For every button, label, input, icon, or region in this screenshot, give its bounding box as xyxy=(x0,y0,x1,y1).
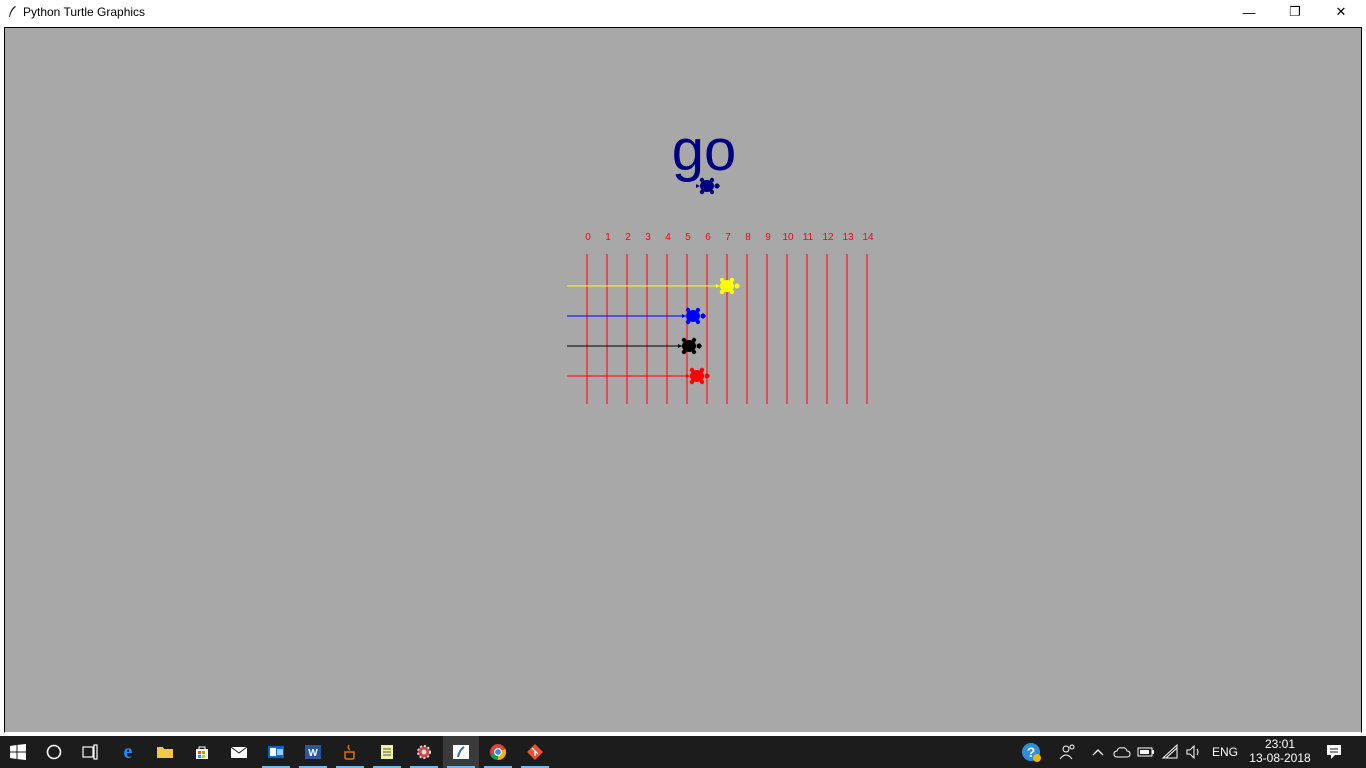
feather-icon xyxy=(9,6,16,17)
notification-icon xyxy=(1327,745,1341,759)
search-button[interactable] xyxy=(36,736,72,768)
track-labels: 0 1 2 3 4 5 6 7 8 9 10 11 12 13 14 xyxy=(585,232,874,243)
windows-logo-icon xyxy=(10,744,26,760)
wifi-icon xyxy=(1161,744,1178,759)
action-center-button[interactable] xyxy=(1316,736,1352,768)
start-button[interactable] xyxy=(0,736,36,768)
settings-app-button[interactable] xyxy=(406,736,442,768)
git-button[interactable] xyxy=(517,736,553,768)
track-label: 1 xyxy=(605,232,611,243)
word-icon: W xyxy=(305,745,321,759)
onedrive-button[interactable] xyxy=(1110,736,1134,768)
mail-icon xyxy=(230,746,248,758)
track-label: 10 xyxy=(782,232,794,243)
turtle-canvas[interactable]: go 0 1 2 3 4 5 6 7 8 9 10 11 12 13 14 xyxy=(4,27,1362,733)
blue-turtle xyxy=(682,307,706,325)
minimize-button[interactable]: — xyxy=(1226,0,1272,24)
gear-icon xyxy=(417,745,431,759)
track-label: 0 xyxy=(585,232,591,243)
track-label: 2 xyxy=(625,232,631,243)
python-button[interactable] xyxy=(443,736,479,768)
java-button[interactable] xyxy=(332,736,368,768)
window-titlebar: Python Turtle Graphics — ❐ ✕ xyxy=(0,0,1366,24)
store-button[interactable] xyxy=(184,736,220,768)
cortana-icon xyxy=(46,744,62,760)
git-diamond-icon xyxy=(527,744,543,760)
outlook-icon xyxy=(268,746,284,758)
task-view-icon xyxy=(82,744,98,760)
python-feather-icon xyxy=(453,745,469,759)
track-label: 14 xyxy=(862,232,874,243)
people-button[interactable] xyxy=(1052,736,1084,768)
notepad-button[interactable] xyxy=(369,736,405,768)
file-explorer-button[interactable] xyxy=(147,736,183,768)
track-label: 6 xyxy=(705,232,711,243)
track-label: 11 xyxy=(803,232,814,243)
word-button[interactable]: W xyxy=(295,736,331,768)
cloud-icon xyxy=(1113,747,1131,758)
maximize-button[interactable]: ❐ xyxy=(1272,0,1318,24)
clock-time: 23:01 xyxy=(1264,737,1296,751)
people-icon xyxy=(1059,744,1075,760)
chevron-up-icon xyxy=(1092,749,1104,756)
volume-button[interactable] xyxy=(1182,736,1206,768)
track-label: 3 xyxy=(645,232,651,243)
track-label: 7 xyxy=(725,232,731,243)
track-label: 4 xyxy=(665,232,671,243)
close-button[interactable]: ✕ xyxy=(1318,0,1364,24)
java-cup-icon xyxy=(344,744,355,760)
window-title: Python Turtle Graphics xyxy=(23,5,146,19)
track-label: 8 xyxy=(745,232,751,243)
language-button[interactable]: ENG xyxy=(1206,736,1244,768)
restore-icon: ❐ xyxy=(1289,4,1301,19)
notepad-icon xyxy=(381,745,393,759)
red-turtle xyxy=(686,367,710,385)
language-label: ENG xyxy=(1211,745,1238,759)
track-lines xyxy=(586,254,868,404)
clock-date: 13-08-2018 xyxy=(1249,751,1311,765)
folder-icon xyxy=(157,747,173,758)
chrome-icon xyxy=(490,744,507,761)
taskbar: e W ? ENG 23:01 13-08-2018 xyxy=(0,736,1366,768)
network-button[interactable] xyxy=(1158,736,1182,768)
speaker-icon xyxy=(1186,744,1199,760)
black-turtle xyxy=(678,337,702,355)
close-icon: ✕ xyxy=(1335,4,1347,19)
mail-button[interactable] xyxy=(221,736,257,768)
track-label: 13 xyxy=(842,232,854,243)
show-hidden-icons-button[interactable] xyxy=(1086,736,1110,768)
track-label: 12 xyxy=(822,232,834,243)
help-icon: ? xyxy=(1022,743,1041,762)
battery-button[interactable] xyxy=(1134,736,1158,768)
track-label: 5 xyxy=(685,232,691,243)
minimize-icon: — xyxy=(1242,4,1256,20)
task-view-button[interactable] xyxy=(72,736,108,768)
svg-text:W: W xyxy=(308,748,318,759)
yellow-turtle xyxy=(716,277,740,295)
window-frame: go 0 1 2 3 4 5 6 7 8 9 10 11 12 13 14 xyxy=(0,24,1366,736)
clock[interactable]: 23:01 13-08-2018 xyxy=(1244,737,1316,765)
battery-icon xyxy=(1137,747,1154,757)
edge-button[interactable]: e xyxy=(110,736,146,768)
race-drawing: go 0 1 2 3 4 5 6 7 8 9 10 11 12 13 14 xyxy=(567,118,874,404)
track-label: 9 xyxy=(765,232,771,243)
store-bag-icon xyxy=(196,746,208,759)
outlook-button[interactable] xyxy=(258,736,294,768)
chrome-button[interactable] xyxy=(480,736,516,768)
go-heading: go xyxy=(672,118,737,183)
help-tray-button[interactable]: ? xyxy=(1014,736,1048,768)
edge-icon: e xyxy=(123,740,133,763)
